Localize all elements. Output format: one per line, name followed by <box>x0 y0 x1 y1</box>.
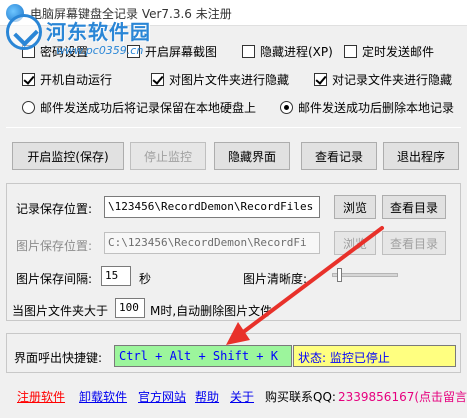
record-browse-button[interactable]: 浏览 <box>334 195 376 219</box>
hide-process-checkbox[interactable] <box>242 44 255 58</box>
folder-limit-prefix: 当图片文件夹大于 <box>12 304 109 318</box>
window-title: 电脑屏幕键盘全记录 Ver7.3.6 未注册 <box>30 7 232 21</box>
password-label: 密码设置 <box>40 44 89 59</box>
help-link[interactable]: 帮助 <box>195 388 219 405</box>
autostart-label: 开机自动运行 <box>40 72 113 87</box>
option-keep-local[interactable]: 邮件发送成功后将记录保留在本地硬盘上 <box>22 97 256 117</box>
folder-limit-suffix: M时,自动删除图片文件 <box>150 304 273 318</box>
keep-local-radio[interactable] <box>22 100 35 114</box>
image-interval-unit: 秒 <box>139 272 152 286</box>
record-view-dir-button[interactable]: 查看目录 <box>382 195 446 219</box>
option-autostart[interactable]: 开机自动运行 <box>22 69 112 89</box>
image-interval-input[interactable]: 15 <box>101 266 131 286</box>
timed-email-checkbox[interactable] <box>344 44 357 58</box>
uninstall-link[interactable]: 卸载软件 <box>79 388 127 405</box>
option-timed-email[interactable]: 定时发送邮件 <box>344 41 434 61</box>
hotkey-label: 界面呼出快捷键: <box>14 351 103 365</box>
hide-record-folder-checkbox[interactable] <box>314 72 327 86</box>
qq-contact-link[interactable]: 2339856167(点击留言) <box>338 388 467 405</box>
screenshot-checkbox[interactable] <box>127 44 140 58</box>
qq-label: 购买联系QQ: <box>265 390 336 404</box>
official-site-link[interactable]: 官方网站 <box>138 388 186 405</box>
image-path-field[interactable]: C:\123456\RecordDemon\RecordFi <box>104 232 320 254</box>
hotkey-field[interactable]: Ctrl + Alt + Shift + K <box>114 345 292 367</box>
app-icon <box>6 4 24 22</box>
image-browse-button[interactable]: 浏览 <box>334 231 376 255</box>
option-screenshot[interactable]: 开启屏幕截图 <box>127 41 217 61</box>
option-password[interactable]: 密码设置 <box>22 41 88 61</box>
image-view-dir-button[interactable]: 查看目录 <box>382 231 446 255</box>
screenshot-label: 开启屏幕截图 <box>145 44 218 59</box>
hide-process-label: 隐藏进程(XP) <box>260 44 333 59</box>
exit-program-button[interactable]: 退出程序 <box>383 142 459 170</box>
hide-record-folder-label: 对记录文件夹进行隐藏 <box>332 72 453 87</box>
delete-local-label: 邮件发送成功后删除本地记录 <box>298 100 455 115</box>
image-clarity-label: 图片清晰度: <box>243 272 308 286</box>
slider-thumb[interactable] <box>337 268 342 282</box>
option-hide-record-folder[interactable]: 对记录文件夹进行隐藏 <box>314 69 452 89</box>
view-records-button[interactable]: 查看记录 <box>301 142 377 170</box>
password-checkbox[interactable] <box>22 44 35 58</box>
delete-local-radio[interactable] <box>280 100 293 114</box>
title-bar: 电脑屏幕键盘全记录 Ver7.3.6 未注册 <box>0 0 467 26</box>
image-path-label: 图片保存位置: <box>16 239 93 253</box>
image-clarity-slider[interactable] <box>332 266 398 284</box>
keep-local-label: 邮件发送成功后将记录保留在本地硬盘上 <box>40 100 257 115</box>
about-link[interactable]: 关于 <box>230 388 254 405</box>
divider <box>6 127 461 128</box>
hide-image-folder-label: 对图片文件夹进行隐藏 <box>169 72 290 87</box>
status-display: 状态: 监控已停止 <box>293 345 456 367</box>
start-monitor-button[interactable]: 开启监控(保存) <box>12 142 124 170</box>
stop-monitor-button[interactable]: 停止监控 <box>130 142 206 170</box>
image-interval-label: 图片保存间隔: <box>16 272 93 286</box>
folder-limit-input[interactable]: 100 <box>115 298 145 318</box>
hide-image-folder-checkbox[interactable] <box>151 72 164 86</box>
hide-ui-button[interactable]: 隐藏界面 <box>214 142 290 170</box>
record-path-label: 记录保存位置: <box>16 202 93 216</box>
option-delete-local[interactable]: 邮件发送成功后删除本地记录 <box>280 97 454 117</box>
record-path-field[interactable]: \123456\RecordDemon\RecordFiles <box>104 196 320 218</box>
option-hide-image-folder[interactable]: 对图片文件夹进行隐藏 <box>151 69 289 89</box>
register-link[interactable]: 注册软件 <box>17 388 65 405</box>
timed-email-label: 定时发送邮件 <box>362 44 435 59</box>
option-hide-process[interactable]: 隐藏进程(XP) <box>242 41 333 61</box>
autostart-checkbox[interactable] <box>22 72 35 86</box>
